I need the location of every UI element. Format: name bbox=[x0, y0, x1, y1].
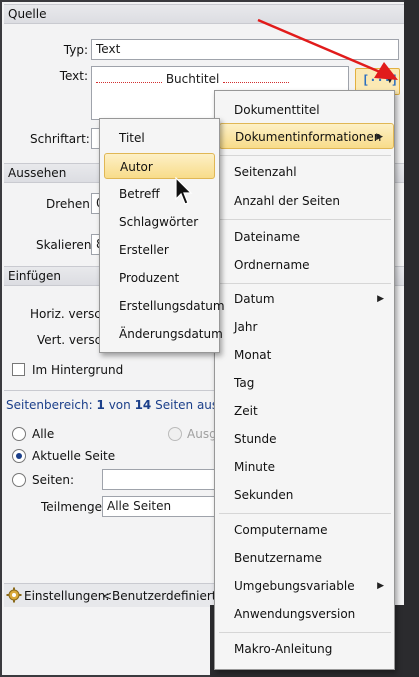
menu-item-document-title[interactable]: Dokumenttitel bbox=[215, 97, 394, 123]
typ-label: Typ: bbox=[63, 43, 88, 57]
chevron-down-icon: ▼ bbox=[386, 74, 394, 85]
menu-item-label: Umgebungsvariable bbox=[234, 579, 355, 593]
scale-label: Skalieren: bbox=[36, 238, 96, 252]
menu-item-label: Dokumentinformationen bbox=[235, 130, 382, 144]
submenu-arrow-icon: ▶ bbox=[377, 294, 384, 304]
menu-separator bbox=[219, 283, 391, 284]
menu-item-env-variable[interactable]: Umgebungsvariable ▶ bbox=[215, 573, 394, 599]
submenu-arrow-icon: ▶ bbox=[377, 581, 384, 591]
menu-separator bbox=[219, 219, 391, 220]
submenu-item-producer[interactable]: Produzent bbox=[100, 265, 219, 291]
menu-item-file-name[interactable]: Dateiname bbox=[215, 224, 394, 250]
text-label: Text: bbox=[59, 69, 88, 83]
menu-item-time[interactable]: Zeit bbox=[215, 398, 394, 424]
menu-separator bbox=[219, 632, 391, 633]
submenu-item-title[interactable]: Titel bbox=[100, 125, 219, 151]
pages-radio[interactable] bbox=[12, 473, 26, 487]
all-pages-label: Alle bbox=[32, 427, 55, 441]
background-label: Im Hintergrund bbox=[32, 363, 124, 377]
menu-item-document-info[interactable]: Dokumentinformationen ▶ bbox=[219, 123, 394, 149]
submenu-arrow-icon: ▶ bbox=[376, 132, 383, 142]
menu-item-month[interactable]: Monat bbox=[215, 342, 394, 368]
pages-input[interactable] bbox=[102, 469, 216, 490]
spell-underline bbox=[223, 71, 290, 83]
menu-separator bbox=[219, 155, 391, 156]
selected-pages-radio[interactable] bbox=[168, 427, 182, 441]
settings-label: Einstellungen: bbox=[24, 589, 110, 603]
submenu-item-keywords[interactable]: Schlagwörter bbox=[100, 209, 219, 235]
mouse-pointer-icon bbox=[175, 177, 193, 205]
background-checkbox[interactable] bbox=[12, 363, 25, 376]
submenu-item-author[interactable]: Autor bbox=[104, 153, 215, 179]
settings-bar: Einstellungen: <Benutzerdefiniert> bbox=[4, 583, 227, 607]
settings-select[interactable]: <Benutzerdefiniert> bbox=[102, 589, 227, 603]
gear-icon bbox=[6, 587, 22, 606]
pages-label: Seiten: bbox=[32, 473, 75, 487]
all-pages-radio[interactable] bbox=[12, 427, 26, 441]
document-info-submenu: Titel Autor Betreff Schlagwörter Erstell… bbox=[99, 118, 225, 353]
subset-select[interactable]: Alle Seiten bbox=[102, 496, 216, 517]
menu-item-minute[interactable]: Minute bbox=[215, 454, 394, 480]
subset-label: Teilmenge: bbox=[41, 500, 107, 514]
typ-select[interactable]: Text bbox=[91, 39, 399, 60]
spell-underline bbox=[96, 71, 162, 83]
menu-item-year[interactable]: Jahr bbox=[215, 314, 394, 340]
menu-item-app-version[interactable]: Anwendungsversion bbox=[215, 601, 394, 627]
submenu-item-creation-date[interactable]: Erstellungsdatum bbox=[100, 293, 225, 319]
submenu-item-modified-date[interactable]: Änderungsdatum bbox=[100, 321, 223, 347]
current-page-radio[interactable] bbox=[12, 449, 26, 463]
menu-item-computer-name[interactable]: Computername bbox=[215, 517, 394, 543]
menu-item-day[interactable]: Tag bbox=[215, 370, 394, 396]
menu-item-hour[interactable]: Stunde bbox=[215, 426, 394, 452]
menu-item-page-count[interactable]: Anzahl der Seiten bbox=[215, 188, 394, 214]
font-label: Schriftart: bbox=[30, 132, 90, 146]
divider bbox=[4, 390, 216, 391]
macro-menu: Dokumenttitel Dokumentinformationen ▶ Se… bbox=[214, 90, 395, 670]
menu-separator bbox=[219, 513, 391, 514]
rotate-label: Drehen: bbox=[46, 197, 94, 211]
submenu-item-creator[interactable]: Ersteller bbox=[100, 237, 219, 263]
menu-item-label: Datum bbox=[234, 292, 275, 306]
menu-item-user-name[interactable]: Benutzername bbox=[215, 545, 394, 571]
text-value: Buchtitel bbox=[165, 72, 220, 86]
submenu-item-subject[interactable]: Betreff bbox=[100, 181, 219, 207]
desktop-background bbox=[404, 0, 419, 677]
section-source-header: Quelle bbox=[4, 4, 406, 24]
menu-item-page-number[interactable]: Seitenzahl bbox=[215, 159, 394, 185]
menu-item-macro-guide[interactable]: Makro-Anleitung bbox=[215, 636, 394, 662]
current-page-label: Aktuelle Seite bbox=[32, 449, 116, 463]
menu-item-folder-name[interactable]: Ordnername bbox=[215, 252, 394, 278]
menu-item-date[interactable]: Datum ▶ bbox=[215, 286, 394, 312]
menu-item-seconds[interactable]: Sekunden bbox=[215, 482, 394, 508]
